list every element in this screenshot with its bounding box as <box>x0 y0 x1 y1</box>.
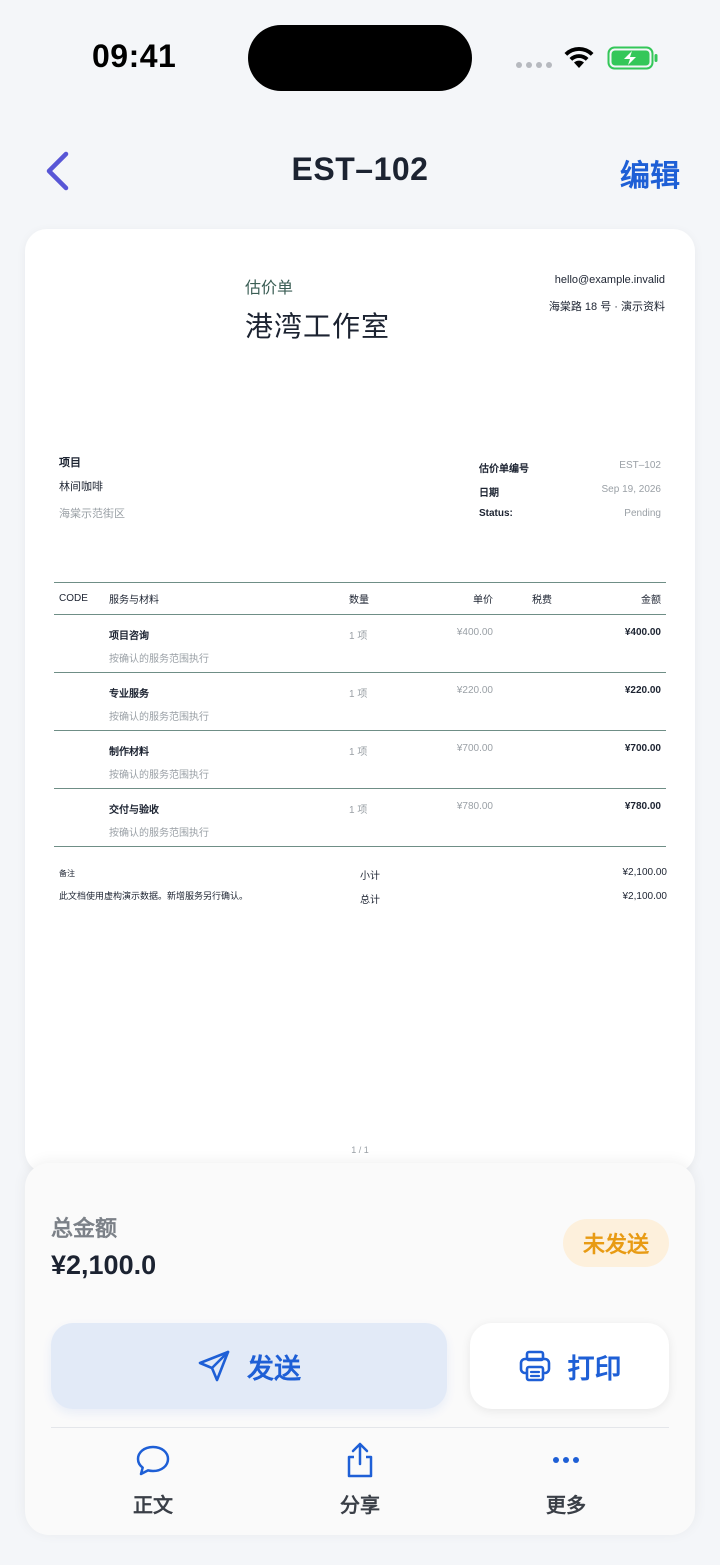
meta-key: 估价单编号 <box>479 464 529 475</box>
cell-tax <box>493 627 562 672</box>
cell-description: 项目咨询 按确认的服务范围执行 <box>109 627 349 672</box>
send-button[interactable]: 发送 <box>51 1323 447 1409</box>
subtotal-row: 小计 ¥2,100.00 <box>360 867 667 891</box>
item-name: 项目咨询 <box>109 631 149 642</box>
cell-tax <box>493 801 562 846</box>
meta-row: 日期 Sep 19, 2026 <box>479 484 661 508</box>
cell-description: 专业服务 按确认的服务范围执行 <box>109 685 349 730</box>
cell-quantity: 1 项 <box>349 747 368 758</box>
item-desc: 按确认的服务范围执行 <box>109 654 209 665</box>
cell-amount: ¥220.00 <box>624 685 661 696</box>
cell-code <box>54 743 109 788</box>
wifi-icon <box>564 46 594 68</box>
cell-quantity: 1 项 <box>349 689 368 700</box>
status-badge: 未发送 <box>563 1219 669 1267</box>
cell-quantity: 1 项 <box>349 631 368 642</box>
cell-unit-price: ¥780.00 <box>456 801 493 812</box>
project-name: 林间咖啡 <box>59 481 103 493</box>
table-row: 交付与验收 按确认的服务范围执行 1 项 ¥780.00 ¥780.00 <box>54 789 666 847</box>
header-tax: 税费 <box>532 595 552 606</box>
cellular-signal-icon <box>516 62 552 68</box>
meta-row: Status: Pending <box>479 508 661 532</box>
totals-block: 小计 ¥2,100.00 总计 ¥2,100.00 <box>360 867 667 915</box>
header-unit-price: 单价 <box>473 595 493 606</box>
cell-description: 交付与验收 按确认的服务范围执行 <box>109 801 349 846</box>
battery-charging-icon <box>607 46 658 70</box>
cell-description: 制作材料 按确认的服务范围执行 <box>109 743 349 788</box>
paper-plane-icon <box>198 1350 230 1382</box>
cell-unit-price: ¥700.00 <box>456 743 493 754</box>
subtotal-value: ¥2,100.00 <box>622 867 668 878</box>
item-desc: 按确认的服务范围执行 <box>109 770 209 781</box>
project-address: 海棠示范街区 <box>59 508 125 520</box>
company-name: 港湾工作室 <box>245 311 391 342</box>
tab-share[interactable]: 分享 <box>300 1439 420 1518</box>
header-code: CODE <box>59 593 88 604</box>
tab-label: 分享 <box>340 1495 380 1517</box>
cell-code <box>54 627 109 672</box>
table-row: 项目咨询 按确认的服务范围执行 1 项 ¥400.00 ¥400.00 <box>54 615 666 673</box>
estimate-meta: 估价单编号 EST–102 日期 Sep 19, 2026 Status: Pe… <box>479 460 661 532</box>
cell-tax <box>493 743 562 788</box>
page-title: EST–102 <box>291 151 429 187</box>
page-number: 1 / 1 <box>351 1145 369 1155</box>
estimate-document: 估价单 港湾工作室 hello@example.invalid 海棠路 18 号… <box>25 229 695 1173</box>
subtotal-label: 小计 <box>360 871 380 882</box>
total-value: ¥2,100.00 <box>622 891 668 902</box>
item-name: 交付与验收 <box>109 805 159 816</box>
project-label: 项目 <box>59 457 81 469</box>
meta-value: Sep 19, 2026 <box>601 484 662 495</box>
cell-code <box>54 685 109 730</box>
share-icon <box>347 1442 373 1478</box>
tab-label: 更多 <box>546 1495 586 1517</box>
notes-text: 此文档使用虚构演示数据。新增服务另行确认。 <box>59 891 249 901</box>
send-label: 发送 <box>247 1353 301 1384</box>
cell-code <box>54 801 109 846</box>
print-button[interactable]: 打印 <box>470 1323 669 1409</box>
divider <box>51 1427 669 1428</box>
summary-total-value: ¥2,100.0 <box>51 1250 157 1280</box>
total-row: 总计 ¥2,100.00 <box>360 891 667 915</box>
meta-value: Pending <box>624 508 661 519</box>
cell-amount: ¥400.00 <box>624 627 661 638</box>
meta-key: 日期 <box>479 488 499 499</box>
more-icon <box>553 1457 579 1463</box>
tab-body[interactable]: 正文 <box>93 1439 213 1518</box>
cell-tax <box>493 685 562 730</box>
cell-unit-price: ¥400.00 <box>456 627 493 638</box>
company-email: hello@example.invalid <box>554 274 665 286</box>
table-row: 制作材料 按确认的服务范围执行 1 项 ¥700.00 ¥700.00 <box>54 731 666 789</box>
line-items-table: CODE 服务与材料 数量 单价 税费 金额 项目咨询 按确认的服务范围执行 1… <box>54 582 666 847</box>
table-header: CODE 服务与材料 数量 单价 税费 金额 <box>54 582 666 615</box>
item-name: 专业服务 <box>109 689 149 700</box>
chat-bubble-icon <box>136 1445 170 1476</box>
edit-button[interactable]: 编辑 <box>620 151 680 195</box>
summary-total-label: 总金额 <box>51 1216 118 1241</box>
header-quantity: 数量 <box>349 595 369 606</box>
print-label: 打印 <box>567 1353 622 1384</box>
item-desc: 按确认的服务范围执行 <box>109 828 209 839</box>
tab-more[interactable]: 更多 <box>506 1439 626 1518</box>
meta-key: Status: <box>479 508 513 519</box>
cell-quantity: 1 项 <box>349 805 368 816</box>
item-desc: 按确认的服务范围执行 <box>109 712 209 723</box>
printer-icon <box>519 1350 550 1382</box>
company-address: 海棠路 18 号 · 演示资料 <box>548 301 665 313</box>
notes-label: 备注 <box>59 869 75 878</box>
meta-value: EST–102 <box>619 460 661 471</box>
meta-row: 估价单编号 EST–102 <box>479 460 661 484</box>
cell-amount: ¥700.00 <box>624 743 661 754</box>
action-panel: 总金额 ¥2,100.0 未发送 发送 打印 正文 分享 更多 <box>25 1163 695 1535</box>
item-name: 制作材料 <box>109 747 149 758</box>
header-description: 服务与材料 <box>109 595 159 606</box>
table-row: 专业服务 按确认的服务范围执行 1 项 ¥220.00 ¥220.00 <box>54 673 666 731</box>
total-label: 总计 <box>360 895 380 906</box>
tab-label: 正文 <box>133 1495 173 1517</box>
header-amount: 金额 <box>641 595 661 606</box>
document-type-label: 估价单 <box>245 280 294 297</box>
dynamic-island <box>248 25 472 91</box>
cell-amount: ¥780.00 <box>624 801 661 812</box>
cell-unit-price: ¥220.00 <box>456 685 493 696</box>
status-time: 09:41 <box>92 38 177 74</box>
